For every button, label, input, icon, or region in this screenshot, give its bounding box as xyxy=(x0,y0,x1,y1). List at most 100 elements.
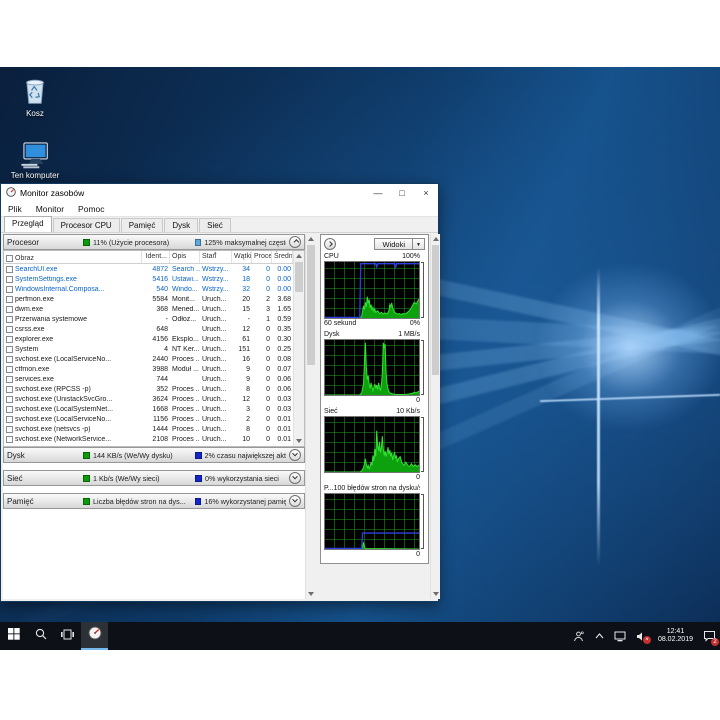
row-checkbox[interactable] xyxy=(6,415,13,423)
row-checkbox[interactable] xyxy=(6,435,13,443)
column-header-sredni[interactable]: Średni... xyxy=(272,251,293,263)
views-button-label[interactable]: Widoki xyxy=(374,238,413,250)
collapse-panel-chevron-right-icon[interactable] xyxy=(324,238,336,250)
row-checkbox[interactable] xyxy=(6,365,13,373)
table-row[interactable]: svchost.exe (LocalServiceNo... 2440 Proces… xyxy=(4,354,304,364)
row-checkbox[interactable] xyxy=(6,345,13,353)
tab-dysk[interactable]: Dysk xyxy=(164,218,199,232)
table-row[interactable]: dwm.exe 368 Mened... Uruch... 15 3 1.65 xyxy=(4,304,304,314)
cell-name: System xyxy=(4,345,142,353)
menu-monitor[interactable]: Monitor xyxy=(36,204,64,214)
action-center-button[interactable]: 2 xyxy=(702,628,719,646)
tab-procesor-cpu[interactable]: Procesor CPU xyxy=(52,218,120,232)
row-checkbox[interactable] xyxy=(6,425,13,433)
table-row[interactable]: SystemSettings.exe 5416 Ustawi... Wstrzy...… xyxy=(4,274,304,284)
section-bar-memory[interactable]: Pamięć Liczba błędów stron na dys... 16%… xyxy=(3,493,305,509)
column-header-watki[interactable]: Wątki xyxy=(232,251,252,263)
cell-id: 1156 xyxy=(152,415,168,423)
table-row[interactable]: SearchUI.exe 4872 Search ... Wstrzy... 34 0 0.… xyxy=(4,264,304,274)
row-checkbox[interactable] xyxy=(6,295,13,303)
table-row[interactable]: svchost.exe (RPCSS -p) 352 Proces ... Uruch… xyxy=(4,384,304,394)
section-bar-disk[interactable]: Dysk 144 KB/s (We/Wy dysku) 2% czasu naj… xyxy=(3,447,305,463)
minimize-button[interactable]: — xyxy=(366,184,390,201)
start-button[interactable] xyxy=(0,622,27,650)
section-green-label: Liczba błędów stron na dys... xyxy=(93,496,186,506)
volume-muted-icon[interactable]: × xyxy=(635,628,651,644)
row-checkbox[interactable] xyxy=(6,405,13,413)
row-checkbox[interactable] xyxy=(6,325,13,333)
network-icon[interactable] xyxy=(614,628,628,644)
column-header-ident[interactable]: Ident... xyxy=(142,251,170,263)
section-bar-network[interactable]: Sieć 1 Kb/s (We/Wy sieci) 0% wykorzystan… xyxy=(3,470,305,486)
left-pane-scrollbar[interactable] xyxy=(305,234,316,599)
row-checkbox[interactable] xyxy=(6,305,13,313)
graph-scale-bracket xyxy=(421,417,424,472)
taskbar-resource-monitor-button[interactable] xyxy=(81,622,108,650)
search-button[interactable] xyxy=(27,622,54,650)
views-dropdown[interactable]: Widoki ▼ xyxy=(374,238,425,250)
tab-sieć[interactable]: Sieć xyxy=(199,218,231,232)
cell-th: 15 xyxy=(242,305,250,313)
scroll-up-icon[interactable] xyxy=(306,234,316,244)
table-row[interactable]: WindowsInternal.Composa... 540 Windo... Wst… xyxy=(4,284,304,294)
table-row[interactable]: svchost.exe (LocalSystemNet... 1668 Proces… xyxy=(4,404,304,414)
row-checkbox[interactable] xyxy=(6,315,13,323)
tab-przegląd[interactable]: Przegląd xyxy=(4,216,52,232)
row-checkbox[interactable] xyxy=(6,265,13,273)
row-checkbox[interactable] xyxy=(6,355,13,363)
scroll-up-icon[interactable] xyxy=(431,234,440,244)
scroll-down-icon[interactable] xyxy=(294,436,304,446)
table-row[interactable]: svchost.exe (netsvcs -p) 1444 Proces ... Ur… xyxy=(4,424,304,434)
table-row[interactable]: perfmon.exe 5584 Monit... Uruch... 20 2 3.68 xyxy=(4,294,304,304)
cell-id: 1444 xyxy=(152,425,168,433)
menu-plik[interactable]: Plik xyxy=(8,204,22,214)
task-view-button[interactable] xyxy=(54,622,81,650)
expand-chevron-down-icon[interactable] xyxy=(289,495,301,507)
table-row[interactable]: svchost.exe (UnistackSvcGro... 3624 Proces… xyxy=(4,394,304,404)
row-checkbox[interactable] xyxy=(6,395,13,403)
table-row[interactable]: explorer.exe 4156 Eksplo... Uruch... 61 0 0.30 xyxy=(4,334,304,344)
collapse-chevron-up-icon[interactable] xyxy=(289,236,301,248)
header-checkbox[interactable] xyxy=(6,254,13,262)
expand-chevron-down-icon[interactable] xyxy=(289,449,301,461)
table-row[interactable]: csrss.exe 648 Uruch... 12 0 0.35 xyxy=(4,324,304,334)
dropdown-arrow-icon[interactable]: ▼ xyxy=(413,238,425,250)
row-checkbox[interactable] xyxy=(6,335,13,343)
menu-pomoc[interactable]: Pomoc xyxy=(78,204,104,214)
taskbar-clock[interactable]: 12:41 08.02.2019 xyxy=(656,628,695,644)
people-icon[interactable] xyxy=(572,628,586,644)
column-header-proces[interactable]: Proces... xyxy=(252,251,272,263)
close-button[interactable]: × xyxy=(414,184,438,201)
desktop-icon-this-pc[interactable]: Ten komputer xyxy=(6,139,64,180)
row-checkbox[interactable] xyxy=(6,275,13,283)
window-scrollbar[interactable] xyxy=(430,234,440,599)
scroll-down-icon[interactable] xyxy=(431,589,440,599)
expand-chevron-down-icon[interactable] xyxy=(289,472,301,484)
tray-chevron-up-icon[interactable] xyxy=(593,628,607,644)
scrollbar-thumb[interactable] xyxy=(307,245,315,365)
row-checkbox[interactable] xyxy=(6,385,13,393)
table-scrollbar[interactable] xyxy=(293,251,304,446)
column-header-opis[interactable]: Opis xyxy=(170,251,200,263)
scrollbar-thumb[interactable] xyxy=(295,262,303,292)
column-header-stan[interactable]: ▴ Stan xyxy=(200,251,232,263)
maximize-button[interactable]: □ xyxy=(390,184,414,201)
table-row[interactable]: services.exe 744 Uruch... 9 0 0.06 xyxy=(4,374,304,384)
desktop-icon-recycle-bin[interactable]: Kosz xyxy=(6,75,64,118)
table-row[interactable]: ctfmon.exe 3988 Moduł ... Uruch... 9 0 0.07 xyxy=(4,364,304,374)
table-row[interactable]: svchost.exe (NetworkService... 2108 Proces… xyxy=(4,434,304,444)
table-row[interactable]: System 4 NT Ker... Uruch... 151 0 0.25 xyxy=(4,344,304,354)
row-checkbox[interactable] xyxy=(6,285,13,293)
scrollbar-thumb[interactable] xyxy=(432,245,439,375)
row-checkbox[interactable] xyxy=(6,375,13,383)
desktop[interactable]: Kosz Ten komputer Monitor zasobów — □ × … xyxy=(0,67,720,650)
table-row[interactable]: svchost.exe (LocalServiceNo... 1156 Proces… xyxy=(4,414,304,424)
column-header-obraz[interactable]: Obraz xyxy=(4,251,142,263)
section-bar-cpu[interactable]: Procesor 11% (Użycie procesora) 125% mak… xyxy=(3,234,305,250)
table-row[interactable]: Przerwania systemowe - Odłoż... Uruch... -1 0… xyxy=(4,314,304,324)
cell-name: svchost.exe (NetworkService... xyxy=(4,435,142,443)
scroll-up-icon[interactable] xyxy=(294,251,304,261)
tab-pamięć[interactable]: Pamięć xyxy=(120,218,164,232)
title-bar[interactable]: Monitor zasobów — □ × xyxy=(1,184,438,201)
scroll-down-icon[interactable] xyxy=(306,589,316,599)
